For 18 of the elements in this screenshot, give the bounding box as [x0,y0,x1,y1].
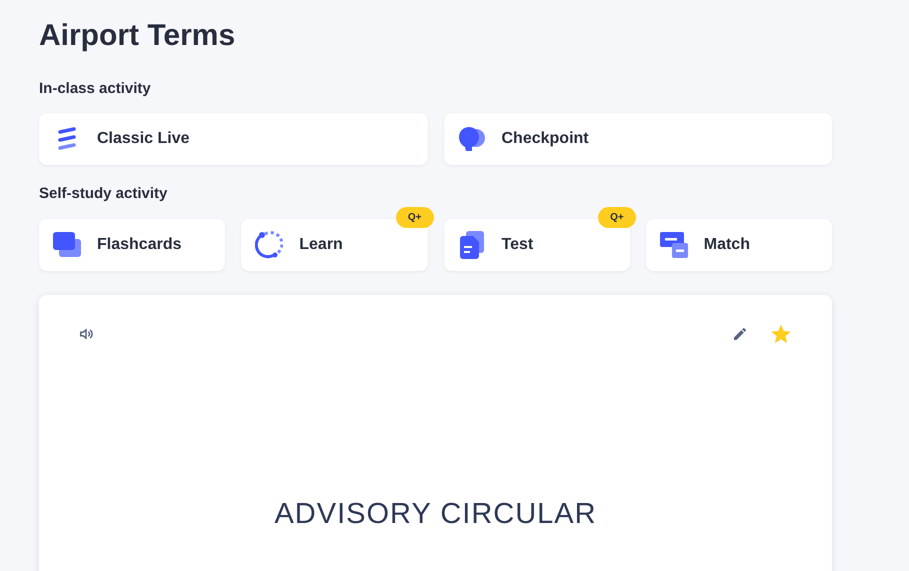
star-icon[interactable] [772,325,790,343]
plus-badge: Q+ [598,207,636,228]
progress-ring-icon [255,231,284,259]
page-title: Airport Terms [39,18,236,54]
plus-badge: Q+ [396,207,434,228]
activity-card[interactable]: Flashcards [39,219,226,271]
activity-card[interactable]: Classic Live [39,112,428,164]
section-heading: In-class activity [39,79,152,99]
pencil-icon[interactable] [732,326,748,342]
activity-card[interactable]: Match [646,219,832,271]
flashcard-term: ADVISORY CIRCULAR [273,497,598,532]
speaker-icon[interactable] [79,327,93,341]
section-heading: Self-study activity [39,184,168,204]
speech-bubbles-icon [458,126,486,152]
stacked-cards-icon [53,232,81,258]
activity-card[interactable]: Checkpoint [444,112,832,164]
document-icon [460,231,484,259]
matching-tiles-icon [660,232,688,258]
